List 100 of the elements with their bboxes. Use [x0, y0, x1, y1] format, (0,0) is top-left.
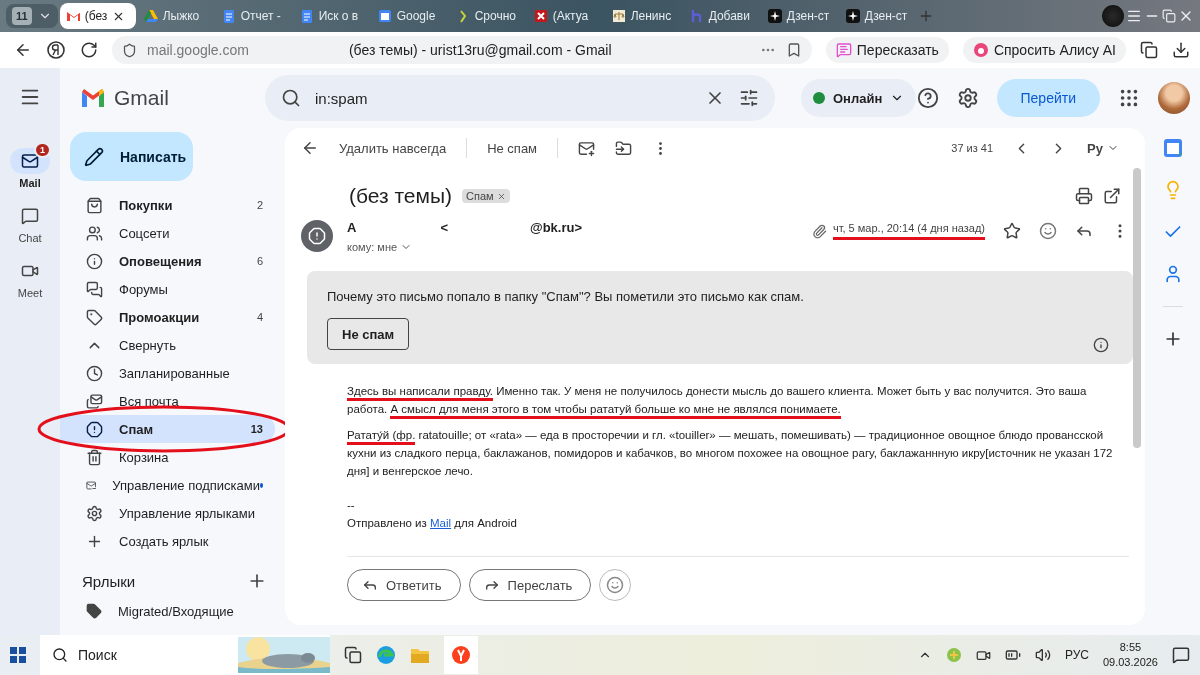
download-icon[interactable]	[1172, 41, 1190, 59]
star-icon[interactable]	[1003, 222, 1021, 240]
info-icon[interactable]	[1093, 337, 1109, 353]
clock-icon	[86, 364, 103, 382]
tab-counter[interactable]: 11	[6, 4, 58, 28]
browser-tab[interactable]: Иск о в	[293, 3, 370, 29]
retell-button[interactable]: Пересказать	[825, 37, 949, 63]
people-icon	[86, 224, 103, 242]
browser-tab[interactable]: Google	[371, 3, 448, 29]
paperclip-icon	[811, 223, 827, 239]
browser-tab[interactable]: Ленинс	[605, 3, 682, 29]
back-icon[interactable]	[301, 139, 319, 157]
compose-button[interactable]: Написать	[70, 132, 193, 182]
browser-tab[interactable]: Отчет -	[215, 3, 292, 29]
sidebar-item[interactable]: Корзина	[60, 443, 275, 472]
sidebar-item[interactable]: Вся почта	[60, 387, 275, 416]
language-indicator[interactable]: РУС	[1064, 648, 1089, 662]
mails-icon	[86, 392, 103, 410]
subject-title: (без темы)	[349, 184, 453, 208]
sidebar-item[interactable]: Промоакции 4	[60, 303, 275, 332]
sender-address: <	[440, 220, 448, 235]
section-heading: Ярлыки	[82, 572, 136, 590]
alert-icon	[86, 420, 103, 438]
task-view-icon[interactable]	[344, 646, 362, 664]
browser-tab[interactable]: Дзен-ст	[761, 3, 838, 29]
banner-text: Почему это письмо попало в папку "Спам"? Вы пометили это письмо как спам.	[327, 289, 805, 304]
sidebar-item[interactable]: Форумы	[60, 275, 275, 304]
browser-tab[interactable]: (без	[59, 3, 136, 29]
profile-avatar[interactable]	[1158, 82, 1190, 114]
browser-icon[interactable]	[376, 645, 396, 665]
search-field[interactable]: in:spam	[265, 75, 775, 121]
count-badge: 1	[34, 142, 51, 158]
ring-icon	[972, 42, 989, 58]
mail-link[interactable]: Mail	[430, 517, 452, 529]
open-window-icon[interactable]	[1103, 187, 1121, 205]
scales-icon	[611, 9, 626, 23]
label-item[interactable]: Migrated/Входящие	[60, 597, 275, 625]
sidebar-item[interactable]: Запланированные	[60, 359, 275, 388]
tab-count: 11	[12, 7, 32, 25]
go-button[interactable]: Перейти	[996, 79, 1100, 117]
sidebar-item[interactable]: Соцсети	[60, 219, 275, 248]
browser-tab[interactable]: Дзен-ст	[839, 3, 916, 29]
search-icon[interactable]	[281, 88, 301, 108]
browser-tab[interactable]: Добави	[683, 3, 760, 29]
taskbar-search[interactable]: Поиск	[40, 635, 330, 675]
apps-icon[interactable]	[1118, 87, 1140, 109]
pencil-icon	[84, 146, 104, 167]
alice-button[interactable]: Спросить Алису AI	[962, 37, 1126, 63]
settings-icon[interactable]	[956, 87, 979, 109]
rail-item[interactable]: Chat	[10, 203, 50, 244]
recipient-toggle[interactable]: кому: мне	[347, 241, 798, 253]
rail-item[interactable]: Meet	[10, 258, 50, 299]
message-paragraph: Ратату́й (фр. ratatouille; от «rata» — еда в просторечии и гл. «touiller» — мешать, помешивать) — традиционное овощное блюдо провансской кухни из сладкого перца, баклажанов, помидоров и кабачков, во многом похожее на овощное рагу, баклажаннную икру[источник не указан 172 дня] и венгерское лечо.	[347, 428, 1114, 479]
mail-icon	[65, 9, 80, 23]
browser-icon[interactable]	[444, 636, 478, 674]
gmail-logo[interactable]: Gmail	[60, 86, 265, 110]
tag-icon	[86, 308, 103, 326]
message-date: чт, 5 мар., 20:14 (4 дня назад)	[832, 222, 985, 240]
help-icon[interactable]	[916, 87, 939, 109]
mail-icon[interactable]	[578, 139, 596, 157]
reload-icon[interactable]	[80, 41, 98, 59]
windows-icon[interactable]	[10, 647, 26, 663]
sidebar-item[interactable]: Спам 13	[60, 415, 275, 444]
label-chip[interactable]: Спам	[462, 189, 510, 203]
volume-icon[interactable]	[1034, 647, 1051, 663]
menu-icon[interactable]	[1126, 8, 1142, 24]
sidebar-item[interactable]: Управление подписками	[60, 471, 275, 500]
browser-tab[interactable]: Лыжко	[137, 3, 214, 29]
sidebar-item[interactable]: Управление ярлыками	[60, 499, 275, 528]
back-icon[interactable]	[14, 41, 32, 59]
restore-icon[interactable]	[1162, 9, 1176, 23]
sidebar-item[interactable]: Оповещения 6	[60, 247, 275, 276]
chat-icon	[86, 280, 103, 298]
status-button[interactable]: Онлайн	[801, 79, 917, 117]
browser-tab[interactable]: (Актуа	[527, 3, 604, 29]
profile-avatar[interactable]	[1102, 5, 1124, 27]
emoji-icon	[606, 576, 625, 594]
panel-icon[interactable]	[1140, 41, 1158, 59]
address-field[interactable]: mail.google.com (без темы) - urist13ru@gmail.com - Gmail	[112, 36, 812, 64]
notification-icon[interactable]	[1172, 646, 1190, 664]
delete-forever-button[interactable]: Удалить навсегда	[339, 140, 447, 156]
browser-logo-icon[interactable]	[46, 40, 66, 60]
reply-button[interactable]: Ответить	[347, 569, 461, 601]
clock[interactable]: 8:55 09.03.2026	[1102, 640, 1158, 670]
browser-tab[interactable]: Срочно	[449, 3, 526, 29]
sidebar-item[interactable]: Создать ярлык	[60, 527, 275, 556]
emoji-icon[interactable]	[1039, 222, 1057, 240]
not-spam-button[interactable]: Не спам	[327, 318, 410, 350]
print-icon[interactable]	[1075, 187, 1093, 205]
trash-icon	[86, 448, 103, 466]
input-tool-button[interactable]: Ру	[1087, 140, 1119, 156]
folder-icon[interactable]	[615, 139, 633, 157]
forward-button[interactable]: Переслать	[468, 569, 592, 601]
sidebar-item[interactable]: Свернуть	[60, 331, 275, 360]
sidebar-item[interactable]: Покупки 2	[60, 191, 275, 220]
filter-icon[interactable]	[739, 88, 759, 108]
sender-name: A	[347, 220, 357, 235]
page-counter: 37 из 41	[951, 142, 994, 154]
not-spam-button[interactable]: Не спам	[487, 140, 538, 156]
battery-icon[interactable]	[1004, 647, 1021, 663]
